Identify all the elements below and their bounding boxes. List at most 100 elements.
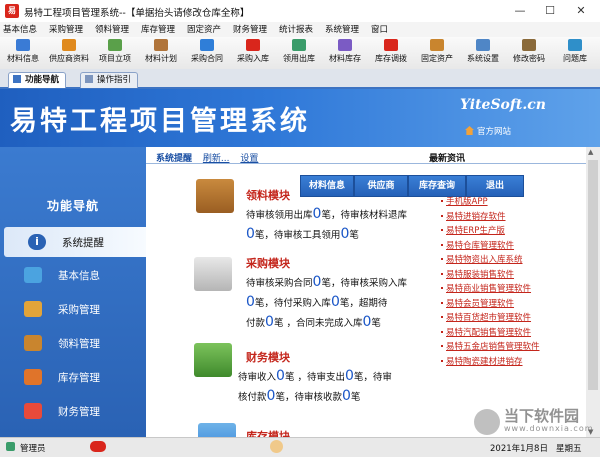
- window-title: 易特工程项目管理系统--【单据抬头请修改仓库全称】: [24, 8, 250, 19]
- bullet-icon: [441, 287, 443, 289]
- module-text: 笔，超期待: [339, 298, 388, 309]
- nav-item-reminders[interactable]: i 系统提醒: [4, 227, 146, 257]
- transfer-icon: [384, 39, 398, 51]
- module-text: 待审核采购合同: [246, 278, 313, 289]
- toolbar-supplier[interactable]: 供应商资料: [46, 38, 92, 68]
- watermark-url: www.downxia.com: [504, 424, 594, 433]
- count-value[interactable]: 0: [265, 314, 274, 330]
- tab-function-nav[interactable]: 功能导航: [8, 72, 67, 88]
- toolbar-purchase-stock-in[interactable]: 采购入库: [230, 38, 276, 68]
- maximize-button[interactable]: ☐: [535, 0, 565, 22]
- finance-chart-icon: [194, 343, 232, 377]
- menu-system[interactable]: 系统管理: [325, 23, 359, 35]
- official-site-link[interactable]: 官方网站: [465, 125, 511, 137]
- tab-icon: [85, 75, 93, 83]
- left-nav: 功能导航 i 系统提醒 基本信息 采购管理 领料管理 库存管理 财务管理: [0, 147, 146, 437]
- count-value[interactable]: 0: [246, 226, 255, 242]
- package-icon: [24, 335, 42, 351]
- menu-picking[interactable]: 领料管理: [95, 23, 129, 35]
- menu-fixed-assets[interactable]: 固定资产: [187, 23, 221, 35]
- bullet-icon: [441, 272, 443, 275]
- toolbar-stock-transfer[interactable]: 库存调拨: [368, 38, 414, 68]
- menu-bar: 基本信息 采购管理 领料管理 库存管理 固定资产 财务管理 统计报表 系统管理 …: [0, 22, 600, 38]
- scrollbar-thumb[interactable]: [588, 160, 598, 390]
- home-icon: [465, 126, 474, 135]
- module-text: 笔，待审核收款: [275, 392, 342, 403]
- count-value[interactable]: 0: [331, 294, 340, 310]
- quick-exit-button[interactable]: 退出: [466, 175, 524, 197]
- toolbar-system-settings[interactable]: 系统设置: [460, 38, 506, 68]
- nav-item-finance[interactable]: 财务管理: [0, 396, 146, 426]
- toolbar-project[interactable]: 项目立项: [92, 38, 138, 68]
- fixed-assets-icon: [430, 39, 444, 51]
- module-text: 笔 ，合同未完成入库: [273, 318, 363, 329]
- news-item[interactable]: 易特会员管理软件: [446, 297, 514, 309]
- nav-item-purchase[interactable]: 采购管理: [0, 294, 146, 324]
- app-icon: 易: [5, 4, 19, 18]
- module-text: 笔，待审核采购入库: [321, 278, 407, 289]
- toolbar-purchase-contract[interactable]: 采购合同: [184, 38, 230, 68]
- toolbar-material-info[interactable]: 材料信息: [0, 38, 46, 68]
- bullet-icon: [441, 330, 443, 333]
- news-item[interactable]: 易特ERP生产版: [446, 224, 505, 236]
- tab-strip: 功能导航 操作指引: [0, 69, 600, 89]
- banner: 易特工程项目管理系统 YiteSoft.cn 官方网站: [0, 89, 600, 147]
- toolbar-material-stock[interactable]: 材料库存: [322, 38, 368, 68]
- menu-inventory[interactable]: 库存管理: [141, 23, 175, 35]
- quick-material-info-button[interactable]: 材料信息: [300, 175, 354, 197]
- menu-finance[interactable]: 财务管理: [233, 23, 267, 35]
- news-item[interactable]: 易特进销存软件: [446, 210, 506, 222]
- news-item[interactable]: 易特百货超市管理软件: [446, 311, 531, 323]
- avatar: [270, 440, 283, 456]
- module-text: 笔: [349, 230, 359, 241]
- toolbar-material-plan[interactable]: 材料计划: [138, 38, 184, 68]
- nav-item-inventory[interactable]: 库存管理: [0, 362, 146, 392]
- module-line: 待审核采购合同0笔，待审核采购入库: [246, 273, 456, 293]
- vip-icon: [90, 441, 106, 455]
- module-text: 笔，待审: [353, 372, 392, 383]
- count-value[interactable]: 0: [276, 368, 285, 384]
- tab-operation-guide[interactable]: 操作指引: [80, 72, 139, 88]
- project-icon: [108, 39, 122, 51]
- news-item[interactable]: 易特汽配销售管理软件: [446, 326, 531, 338]
- box-icon: [24, 301, 42, 317]
- minimize-button[interactable]: —: [505, 0, 535, 22]
- count-value[interactable]: 0: [345, 368, 354, 384]
- quick-stock-query-button[interactable]: 库存查询: [408, 175, 466, 197]
- news-item[interactable]: 易特五金店销售管理软件: [446, 340, 540, 352]
- finance-module-title: 财务模块: [246, 351, 290, 364]
- news-item[interactable]: 易特陶瓷建材进销存: [446, 355, 523, 367]
- toolbar-fixed-assets[interactable]: 固定资产: [414, 38, 460, 68]
- count-value[interactable]: 0: [342, 388, 351, 404]
- module-line: 0笔，待付采购入库0笔，超期待: [246, 293, 456, 313]
- news-item[interactable]: 易特物资出入库系统: [446, 253, 523, 265]
- shopping-cart-icon: [194, 257, 232, 291]
- menu-purchase[interactable]: 采购管理: [49, 23, 83, 35]
- menu-window[interactable]: 窗口: [371, 23, 388, 35]
- news-item[interactable]: 手机版APP: [446, 195, 488, 207]
- tab-icon: [13, 75, 21, 83]
- nav-item-basic-info[interactable]: 基本信息: [0, 260, 146, 290]
- news-item[interactable]: 易特商业销售管理软件: [446, 282, 531, 294]
- toolbar-issue-out[interactable]: 领用出库: [276, 38, 322, 68]
- news-item[interactable]: 易特仓库管理软件: [446, 239, 514, 251]
- question-icon: [568, 39, 582, 51]
- picking-module-body: 待审核领用出库0笔，待审核材料退库 0笔，待审核工具领用0笔: [246, 205, 456, 245]
- news-item[interactable]: 易特服装销售软件: [446, 268, 514, 280]
- toolbar-change-password[interactable]: 修改密码: [506, 38, 552, 68]
- menu-reports[interactable]: 统计报表: [279, 23, 313, 35]
- bullet-icon: [441, 359, 443, 362]
- toolbar-faq[interactable]: 问题库: [552, 38, 598, 68]
- brand-logo: YiteSoft.cn: [460, 97, 546, 113]
- nav-item-picking[interactable]: 领料管理: [0, 328, 146, 358]
- scroll-up-icon[interactable]: ▲: [588, 148, 593, 156]
- material-plan-icon: [154, 39, 168, 51]
- cubes-icon: [24, 267, 42, 283]
- close-button[interactable]: ✕: [566, 0, 596, 22]
- banner-title: 易特工程项目管理系统: [10, 106, 310, 137]
- count-value[interactable]: 0: [246, 294, 255, 310]
- quick-supplier-button[interactable]: 供应商: [354, 175, 408, 197]
- current-date: 2021年1月8日: [490, 444, 548, 454]
- menu-basic-info[interactable]: 基本信息: [3, 23, 37, 35]
- inventory-module-icon: [198, 423, 236, 437]
